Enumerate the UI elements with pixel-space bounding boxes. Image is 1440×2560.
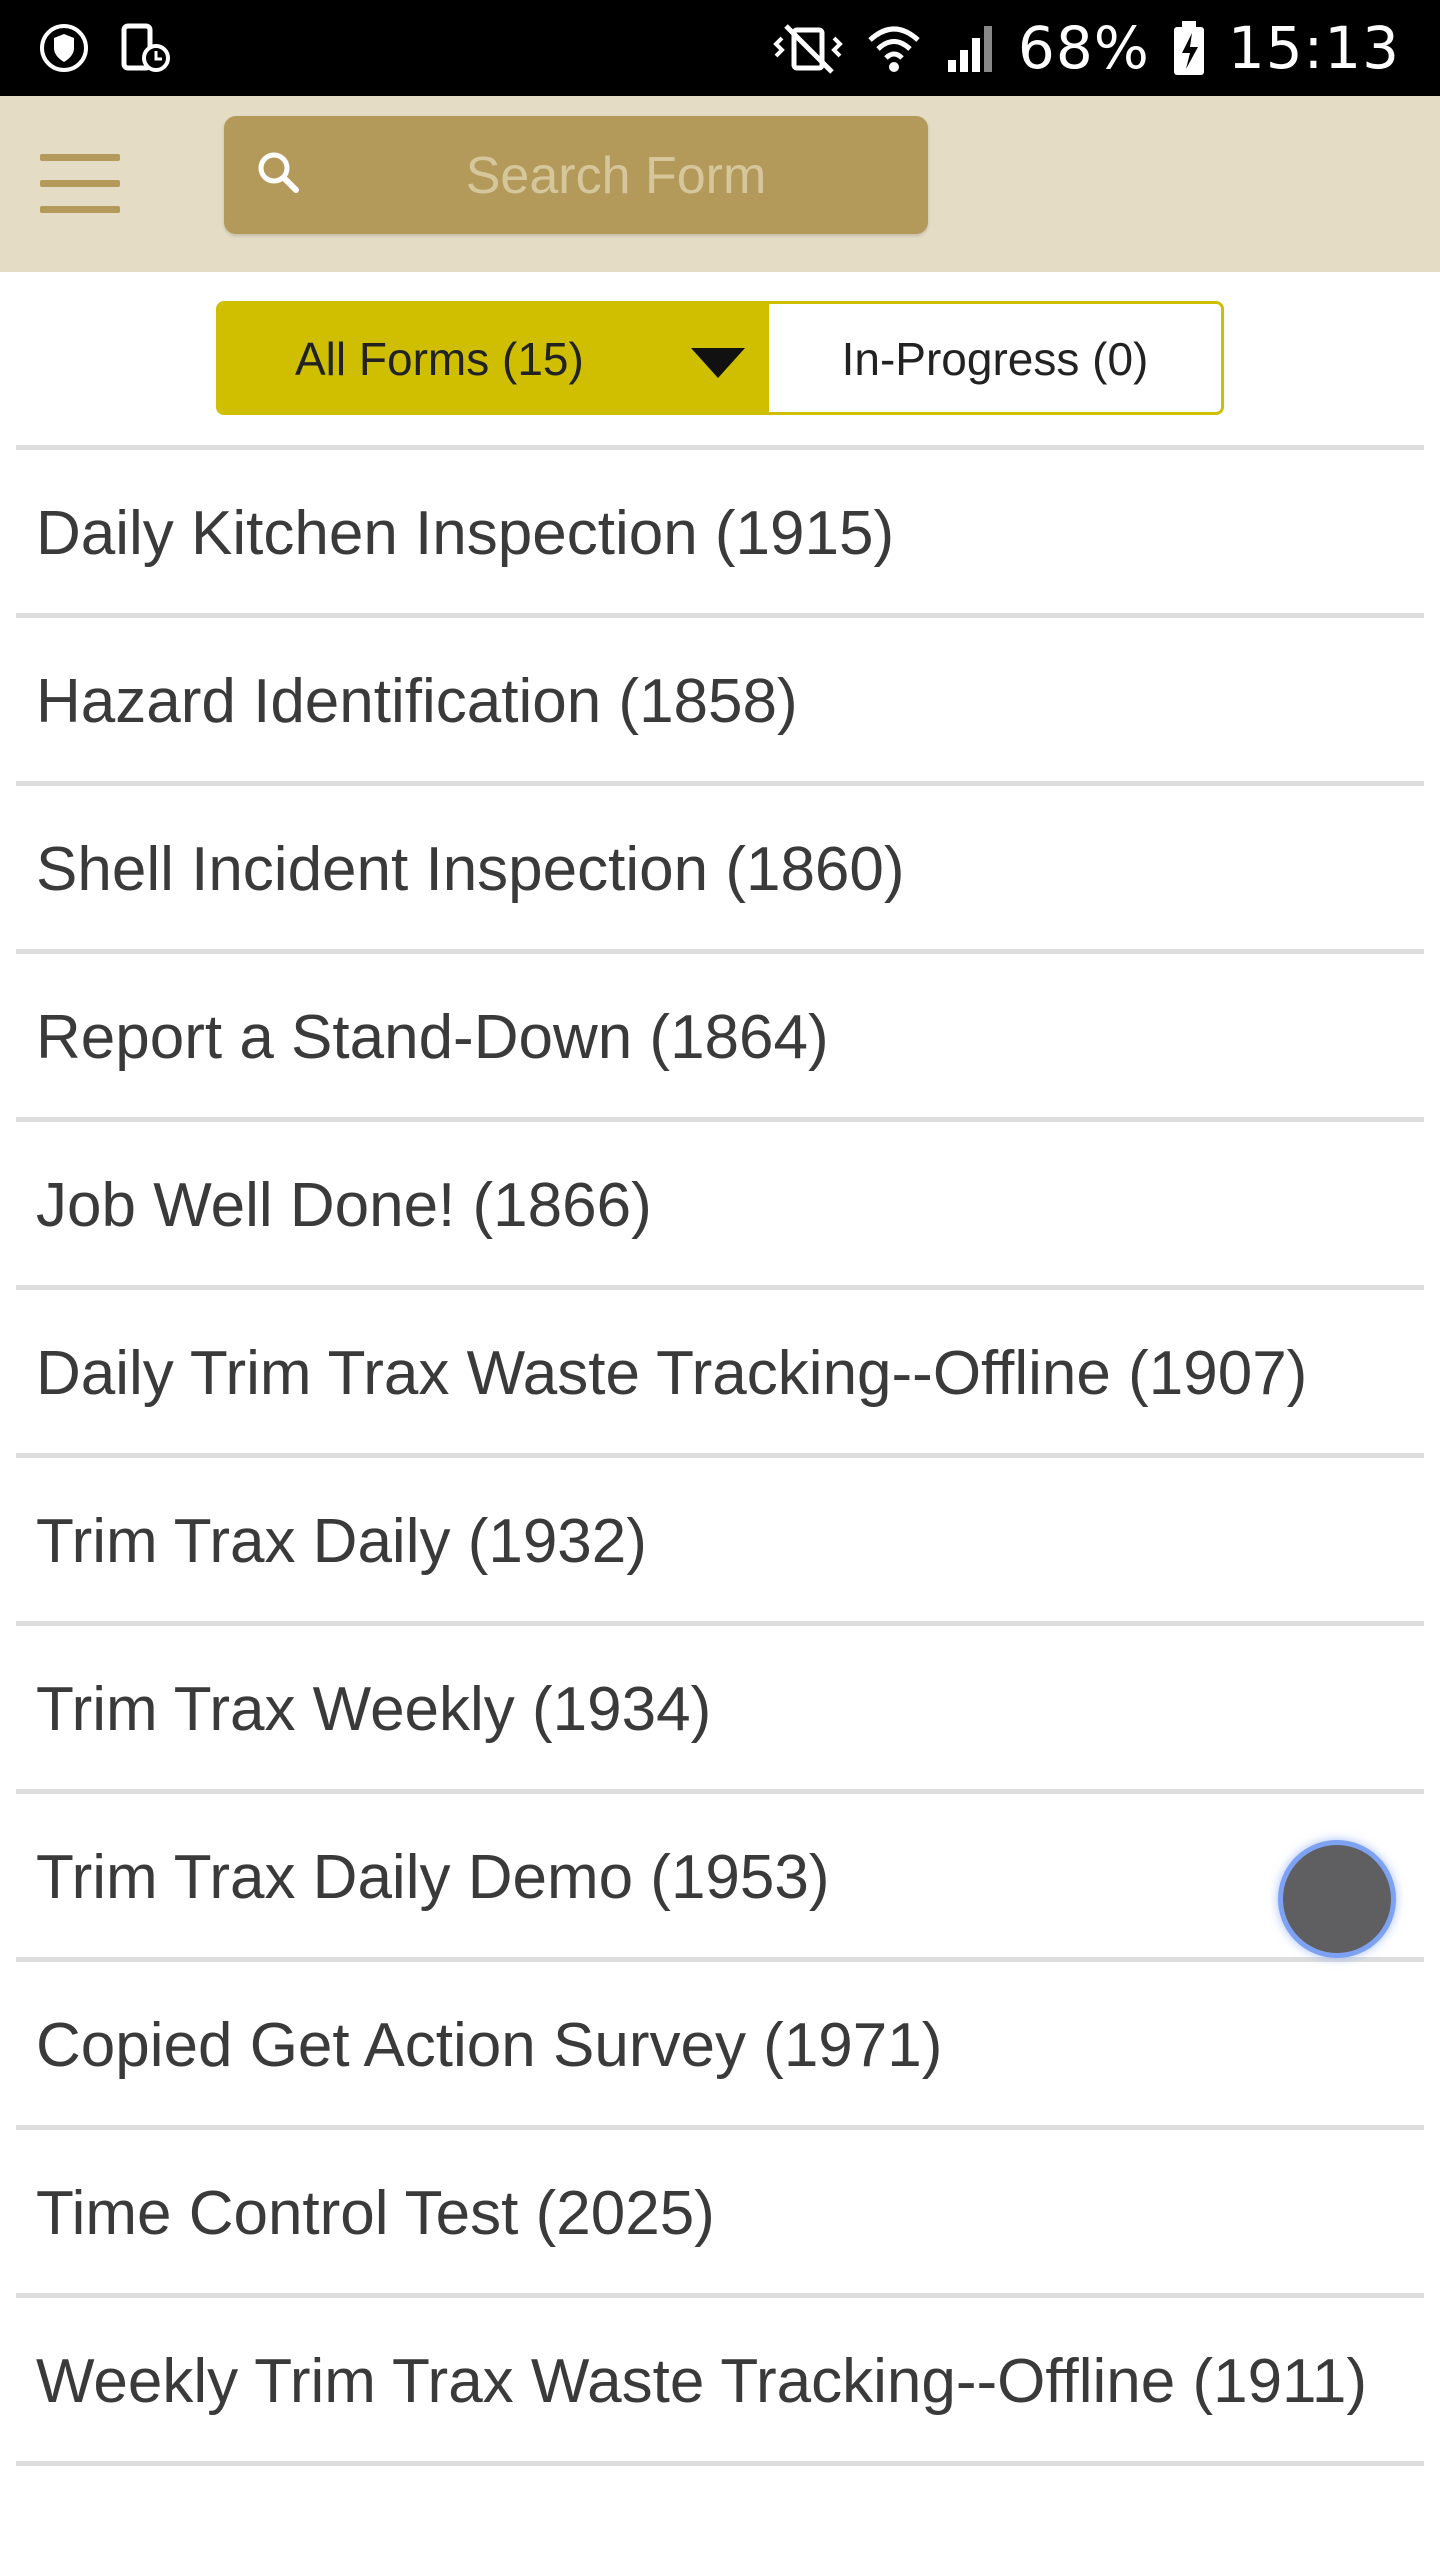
list-item[interactable]: Weekly Trim Trax Waste Tracking--Offline… <box>16 2298 1424 2466</box>
list-item-label: Time Control Test (2025) <box>36 2179 715 2248</box>
battery-charging-icon <box>1173 21 1204 75</box>
app-header <box>0 96 1440 272</box>
list-item-label: Daily Trim Trax Waste Tracking--Offline … <box>36 1339 1308 1408</box>
search-box[interactable] <box>224 116 928 234</box>
form-filter-tabs: All Forms (15) In-Progress (0) <box>216 301 1224 415</box>
status-left-icons <box>38 22 170 74</box>
assistive-touch-button[interactable] <box>1278 1840 1396 1958</box>
list-item-label: Trim Trax Daily Demo (1953) <box>36 1843 830 1912</box>
caret-down-icon[interactable] <box>691 348 745 378</box>
list-item[interactable]: Daily Kitchen Inspection (1915) <box>16 450 1424 618</box>
cellular-signal-icon <box>947 26 992 72</box>
list-item-label: Copied Get Action Survey (1971) <box>36 2011 943 2080</box>
phone-device-icon <box>121 23 170 72</box>
list-item[interactable]: Trim Trax Weekly (1934) <box>16 1626 1424 1794</box>
hamburger-line <box>40 206 120 213</box>
status-bar: 68% 15:13 <box>0 0 1440 96</box>
list-item-label: Trim Trax Weekly (1934) <box>36 1675 712 1744</box>
list-item[interactable]: Time Control Test (2025) <box>16 2130 1424 2298</box>
battery-percentage: 68% <box>1017 14 1150 82</box>
list-item[interactable]: Trim Trax Daily Demo (1953) <box>16 1794 1424 1962</box>
wifi-icon <box>868 26 920 72</box>
hamburger-menu-button[interactable] <box>40 154 120 214</box>
shield-icon <box>40 24 88 72</box>
list-item-label: Daily Kitchen Inspection (1915) <box>36 499 895 568</box>
tab-in-progress-label: In-Progress (0) <box>841 333 1149 385</box>
tab-all-forms-label: All Forms (15) <box>295 333 584 385</box>
list-item-label: Report a Stand-Down (1864) <box>36 1003 829 1072</box>
list-item-label: Trim Trax Daily (1932) <box>36 1507 647 1576</box>
forms-list: Daily Kitchen Inspection (1915) Hazard I… <box>16 445 1424 2466</box>
hamburger-line <box>40 180 120 187</box>
status-right-icons: 68% 15:13 <box>772 14 1400 82</box>
list-item-label: Weekly Trim Trax Waste Tracking--Offline… <box>36 2347 1368 2416</box>
clock: 15:13 <box>1227 14 1400 82</box>
list-item-label: Job Well Done! (1866) <box>36 1171 652 1240</box>
list-item[interactable]: Job Well Done! (1866) <box>16 1122 1424 1290</box>
list-item-label: Hazard Identification (1858) <box>36 667 798 736</box>
list-item[interactable]: Trim Trax Daily (1932) <box>16 1458 1424 1626</box>
list-item-label: Shell Incident Inspection (1860) <box>36 835 905 904</box>
list-item[interactable]: Shell Incident Inspection (1860) <box>16 786 1424 954</box>
list-item[interactable]: Copied Get Action Survey (1971) <box>16 1962 1424 2130</box>
tab-in-progress[interactable]: In-Progress (0) <box>769 304 1221 412</box>
vibrate-mute-icon <box>773 24 843 74</box>
list-item[interactable]: Daily Trim Trax Waste Tracking--Offline … <box>16 1290 1424 1458</box>
search-input[interactable] <box>334 130 898 222</box>
list-item[interactable]: Hazard Identification (1858) <box>16 618 1424 786</box>
list-item[interactable]: Report a Stand-Down (1864) <box>16 954 1424 1122</box>
tab-all-forms[interactable]: All Forms (15) <box>219 304 769 412</box>
hamburger-line <box>40 154 120 161</box>
search-icon <box>258 152 299 193</box>
